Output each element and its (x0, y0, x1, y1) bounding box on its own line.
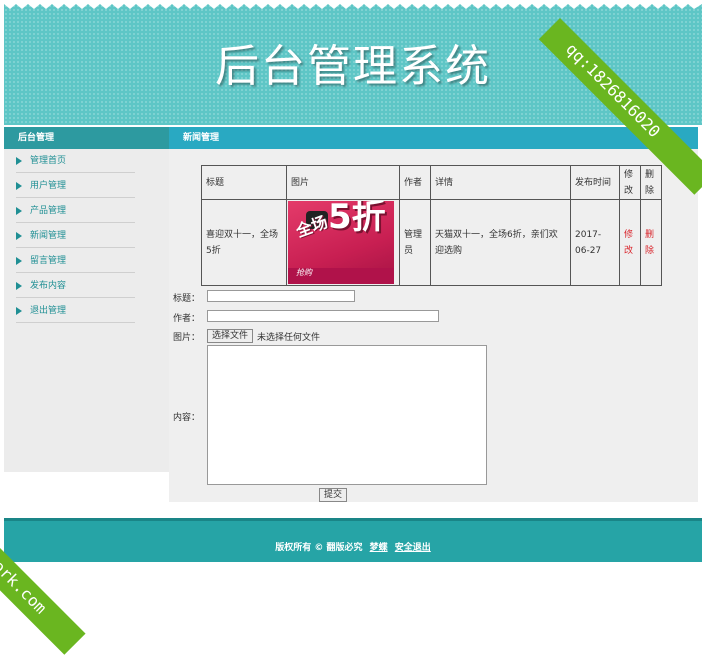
submit-button[interactable]: 提交 (319, 488, 348, 502)
column-header-edit: 修改 (619, 165, 641, 200)
table-row: 喜迎双十一，全场5折 全场 5折 抢购 管理员 天猫双十一，全场6折，亲们欢迎选… (201, 199, 662, 286)
column-header-title: 标题 (201, 165, 287, 200)
content-label: 内容： (173, 413, 201, 423)
image-text-big: 5折 (328, 201, 386, 237)
arrow-right-icon (16, 206, 22, 215)
title-input[interactable] (207, 290, 355, 302)
sidebar-item-logout[interactable]: 退出管理 (16, 299, 135, 323)
sidebar: 后台管理 管理首页 用户管理 产品管理 新闻管理 留言管理 发布内容 退出管理 (4, 127, 169, 472)
sidebar-item-news[interactable]: 新闻管理 (16, 224, 135, 248)
sidebar-item-users[interactable]: 用户管理 (16, 174, 135, 198)
footer-link-mengdie[interactable]: 梦蝶 (370, 543, 388, 553)
image-band-text: 抢购 (296, 268, 312, 277)
image-label: 图片： (173, 333, 201, 343)
watermark-bottom-left: 85work.com (0, 478, 86, 655)
column-header-detail: 详情 (430, 165, 571, 200)
arrow-right-icon (16, 306, 22, 315)
cell-date: 2017-06-27 (570, 199, 620, 286)
footer-link-logout[interactable]: 安全退出 (395, 543, 431, 553)
content-textarea[interactable] (207, 345, 487, 485)
sidebar-item-publish[interactable]: 发布内容 (16, 274, 135, 298)
sidebar-heading: 后台管理 (4, 127, 169, 149)
file-status: 未选择任何文件 (257, 333, 321, 343)
sidebar-item-label: 产品管理 (30, 206, 67, 216)
sidebar-item-label: 管理首页 (30, 156, 67, 166)
delete-link[interactable]: 删除 (640, 199, 662, 286)
main-content: 标题 图片 作者 详情 发布时间 修改 删除 喜迎双十一，全场5折 全场 5折 … (169, 149, 698, 502)
edit-link[interactable]: 修改 (619, 199, 641, 286)
choose-file-button[interactable]: 选择文件 (207, 329, 254, 343)
arrow-right-icon (16, 231, 22, 240)
sidebar-item-label: 用户管理 (30, 181, 67, 191)
column-header-author: 作者 (399, 165, 431, 200)
sidebar-item-label: 发布内容 (30, 281, 67, 291)
sidebar-item-label: 新闻管理 (30, 231, 67, 241)
image-text-prefix: 全场 (293, 212, 331, 241)
author-label: 作者： (173, 314, 201, 324)
cell-detail: 天猫双十一，全场6折，亲们欢迎选购 (430, 199, 571, 286)
sidebar-menu: 管理首页 用户管理 产品管理 新闻管理 留言管理 发布内容 退出管理 (4, 149, 169, 323)
column-header-delete: 删除 (640, 165, 662, 200)
column-header-date: 发布时间 (570, 165, 620, 200)
main-heading: 新闻管理 (169, 127, 698, 149)
sidebar-item-products[interactable]: 产品管理 (16, 199, 135, 223)
author-input[interactable] (207, 310, 439, 322)
column-header-image: 图片 (286, 165, 400, 200)
site-footer: 版权所有 © 翻版必究 梦蝶 安全退出 (4, 518, 702, 562)
footer-copyright: 版权所有 © 翻版必究 (275, 543, 363, 553)
zigzag-border (4, 0, 702, 9)
news-image[interactable]: 全场 5折 抢购 (288, 201, 394, 284)
table-header-row: 标题 图片 作者 详情 发布时间 修改 删除 (201, 165, 662, 200)
arrow-right-icon (16, 281, 22, 290)
title-label: 标题： (173, 294, 201, 304)
cell-title: 喜迎双十一，全场5折 (201, 199, 287, 286)
arrow-right-icon (16, 156, 22, 165)
sidebar-item-home[interactable]: 管理首页 (16, 149, 135, 173)
sidebar-item-messages[interactable]: 留言管理 (16, 249, 135, 273)
sidebar-item-label: 留言管理 (30, 256, 67, 266)
news-table: 标题 图片 作者 详情 发布时间 修改 删除 喜迎双十一，全场5折 全场 5折 … (201, 165, 662, 286)
cell-author: 管理员 (399, 199, 431, 286)
arrow-right-icon (16, 181, 22, 190)
sidebar-item-label: 退出管理 (30, 306, 67, 316)
arrow-right-icon (16, 256, 22, 265)
cell-image: 全场 5折 抢购 (286, 199, 400, 286)
